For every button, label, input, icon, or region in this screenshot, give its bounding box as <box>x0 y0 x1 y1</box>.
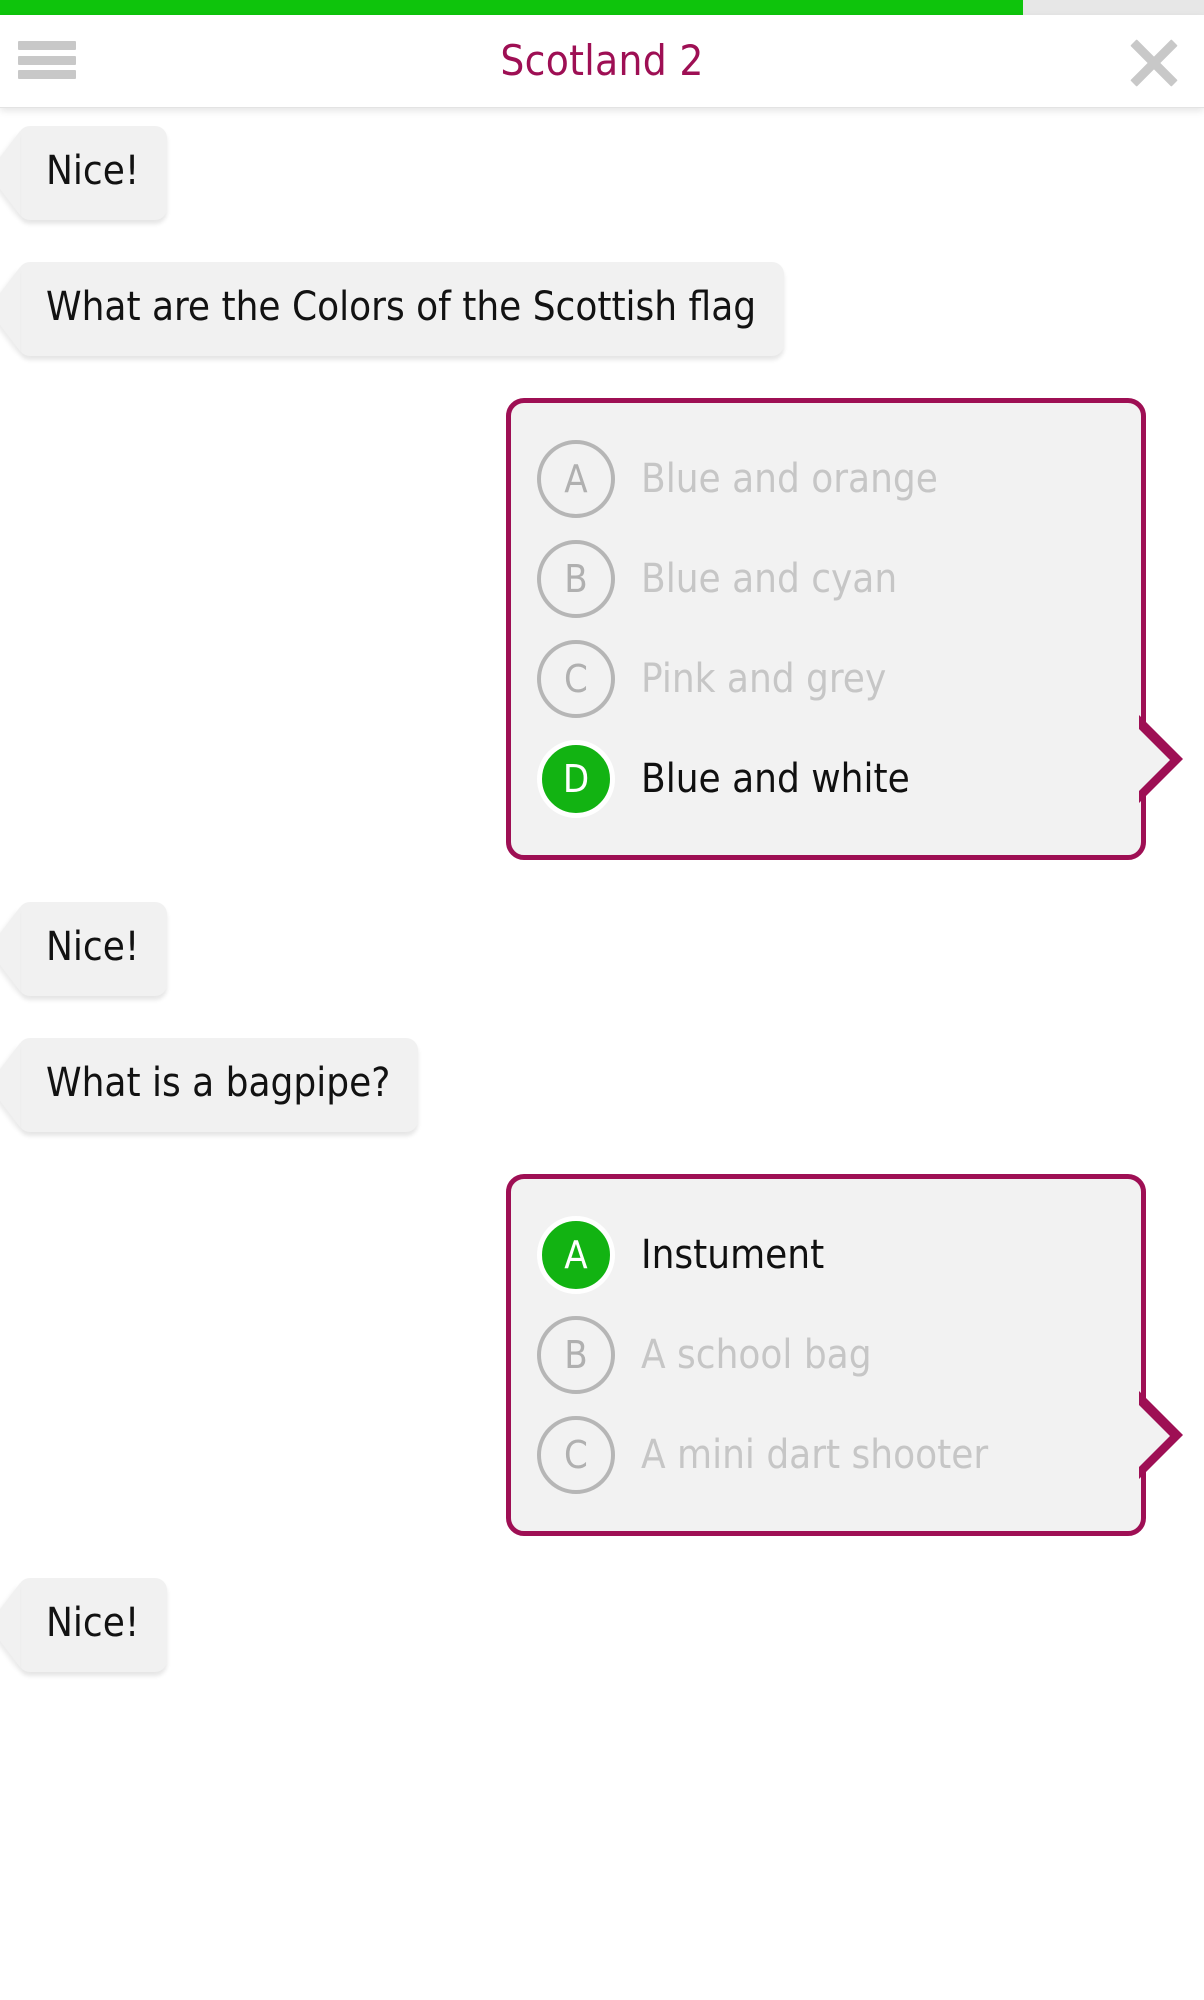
answer-option-b[interactable]: B A school bag <box>537 1305 1113 1405</box>
option-label: Blue and orange <box>641 456 938 502</box>
option-label: A school bag <box>641 1332 872 1378</box>
close-x-icon[interactable] <box>1126 37 1182 89</box>
option-letter-badge[interactable]: A <box>537 1216 615 1294</box>
option-letter-badge[interactable]: B <box>537 1316 615 1394</box>
option-letter-badge[interactable]: D <box>537 740 615 818</box>
option-label: Blue and cyan <box>641 556 898 602</box>
option-letter-badge[interactable]: C <box>537 1416 615 1494</box>
quiz-chat-screen: Scotland 2 Nice! What are the Colors of t… <box>0 0 1204 2000</box>
chat-message-list[interactable]: Nice! What are the Colors of the Scottish… <box>0 108 1204 2000</box>
bot-message-bubble: What are the Colors of the Scottish flag <box>18 262 785 356</box>
page-title: Scotland 2 <box>500 36 704 85</box>
option-label: Blue and white <box>641 756 910 802</box>
bot-message-row: What are the Colors of the Scottish flag <box>0 262 1204 356</box>
bot-message-bubble: Nice! <box>18 1578 168 1672</box>
answer-options-card[interactable]: A Instument B A school bag C A mini dart shoo… <box>506 1174 1183 1536</box>
bot-message-bubble: Nice! <box>18 902 168 996</box>
answer-option-c[interactable]: C Pink and grey <box>537 629 1113 729</box>
option-letter-badge[interactable]: A <box>537 440 615 518</box>
answer-option-b[interactable]: B Blue and cyan <box>537 529 1113 629</box>
bot-message-bubble: What is a bagpipe? <box>18 1038 419 1132</box>
bot-message-row: Nice! <box>0 902 1204 996</box>
answer-option-a[interactable]: A Instument <box>537 1205 1113 1305</box>
answer-option-a[interactable]: A Blue and orange <box>537 429 1113 529</box>
answer-option-d[interactable]: D Blue and white <box>537 729 1113 829</box>
bot-message-row: Nice! <box>0 126 1204 220</box>
card-tail-fill <box>1135 725 1170 795</box>
quiz-progress-bar <box>0 0 1204 15</box>
quiz-progress-fill <box>0 0 1024 15</box>
bot-message-bubble: Nice! <box>18 126 168 220</box>
option-letter-badge[interactable]: C <box>537 640 615 718</box>
card-tail-fill <box>1135 1401 1170 1471</box>
option-label: Pink and grey <box>641 656 887 702</box>
bot-message-row: What is a bagpipe? <box>0 1038 1204 1132</box>
answer-option-c[interactable]: C A mini dart shooter <box>537 1405 1113 1505</box>
answer-card-row: A Blue and orange B Blue and cyan C Pink and … <box>0 398 1204 860</box>
answer-options-card[interactable]: A Blue and orange B Blue and cyan C Pink and … <box>506 398 1183 860</box>
app-header: Scotland 2 <box>0 15 1204 108</box>
option-label: A mini dart shooter <box>641 1432 989 1478</box>
option-label: Instument <box>641 1232 825 1278</box>
bot-message-row: Nice! <box>0 1578 1204 1672</box>
answer-card-row: A Instument B A school bag C A mini dart shoo… <box>0 1174 1204 1536</box>
option-letter-badge[interactable]: B <box>537 540 615 618</box>
